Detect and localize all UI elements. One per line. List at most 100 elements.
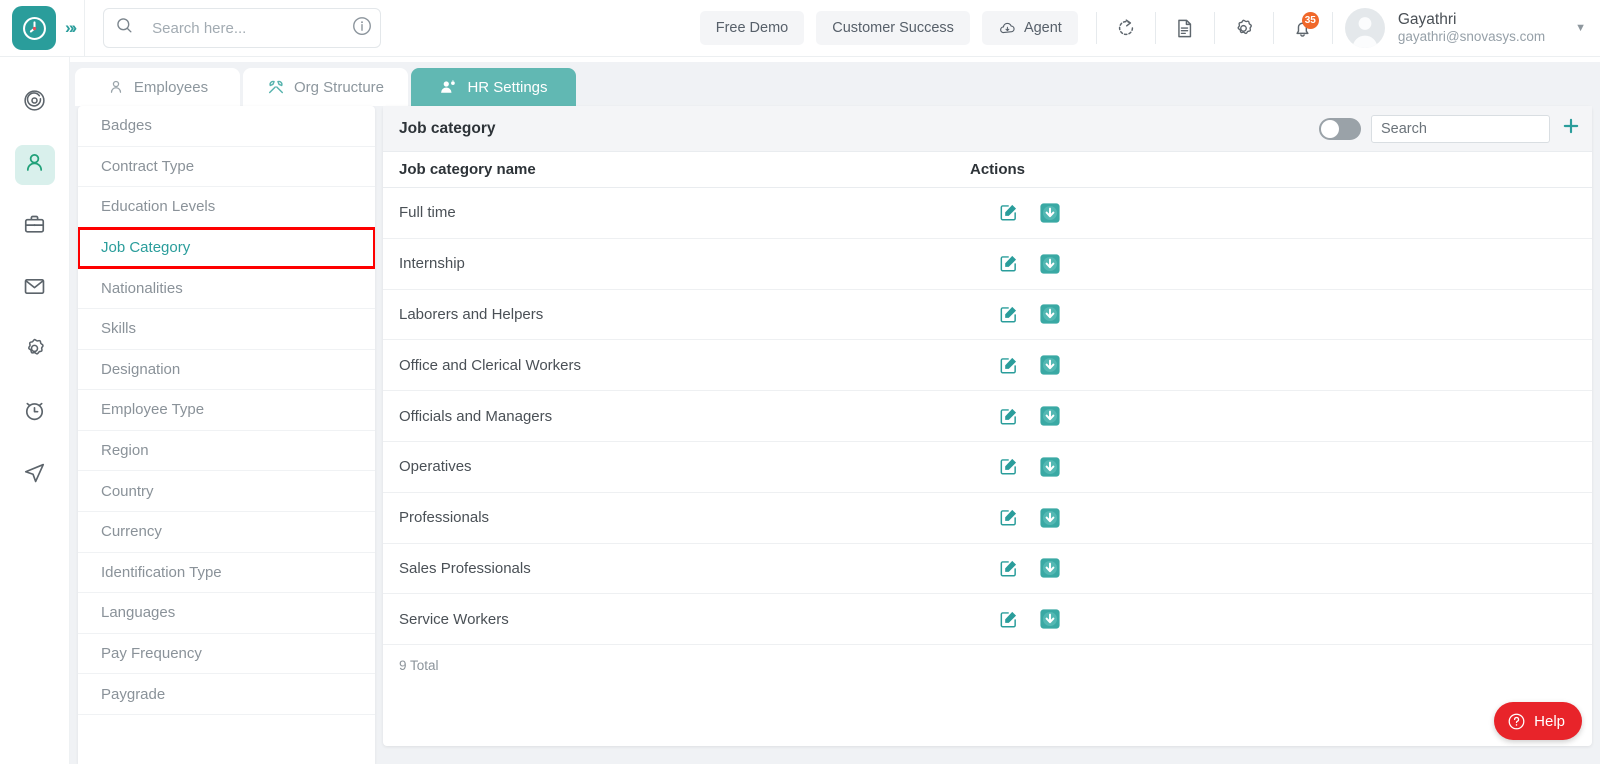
settings-list-item[interactable]: Currency — [78, 512, 375, 553]
edit-pencil-icon[interactable] — [991, 355, 1025, 376]
gear-icon[interactable] — [1221, 5, 1267, 51]
settings-list-item[interactable]: Paygrade — [78, 674, 375, 715]
table-row[interactable]: Office and Clerical Workers — [383, 340, 1592, 392]
header-separator-3 — [1213, 12, 1215, 44]
global-search[interactable] — [103, 8, 382, 48]
download-box-icon[interactable] — [1033, 302, 1067, 326]
add-job-category-button[interactable] — [1550, 106, 1592, 152]
tab-org-structure[interactable]: Org Structure — [243, 68, 408, 106]
user-menu[interactable]: Gayathri gayathri@snovasys.com — [1344, 8, 1546, 48]
settings-list-item[interactable]: Pay Frequency — [78, 634, 375, 675]
edit-pencil-icon[interactable] — [991, 304, 1025, 325]
help-button[interactable]: Help — [1494, 702, 1582, 740]
page-body: Badges Contract Type Education Levels Job C… — [70, 106, 1600, 764]
download-box-icon[interactable] — [1033, 252, 1067, 276]
search-icon — [115, 16, 134, 40]
tab-hr-settings[interactable]: HR Settings — [411, 68, 576, 106]
settings-list-item[interactable]: Identification Type — [78, 553, 375, 594]
panel-search-input[interactable] — [1372, 115, 1549, 142]
edit-pencil-icon[interactable] — [991, 456, 1025, 477]
agent-button[interactable]: Agent — [981, 11, 1078, 45]
table-row[interactable]: Service Workers — [383, 594, 1592, 646]
table-row[interactable]: Full time — [383, 188, 1592, 239]
job-category-name: Sales Professionals — [399, 559, 531, 577]
total-count: 9 Total — [399, 658, 439, 674]
bell-icon[interactable]: 35 — [1280, 5, 1326, 51]
settings-list-item[interactable]: Nationalities — [78, 268, 375, 309]
settings-list-item[interactable]: Region — [78, 431, 375, 472]
expand-sidebar-icon[interactable]: »› — [65, 18, 77, 38]
refresh-icon[interactable] — [1103, 5, 1149, 51]
table-row[interactable]: Internship — [383, 239, 1592, 290]
mail-icon — [22, 274, 47, 304]
row-actions — [991, 201, 1067, 225]
settings-list-item[interactable]: Badges — [78, 106, 375, 147]
row-actions — [991, 404, 1067, 428]
row-actions — [991, 353, 1067, 377]
edit-pencil-icon[interactable] — [991, 202, 1025, 223]
download-box-icon[interactable] — [1033, 506, 1067, 530]
people-gear-icon — [439, 78, 458, 97]
row-actions — [991, 302, 1067, 326]
edit-pencil-icon[interactable] — [991, 406, 1025, 427]
cloud-download-icon — [998, 19, 1017, 38]
row-actions — [991, 607, 1067, 631]
free-demo-button[interactable]: Free Demo — [699, 11, 805, 45]
edit-pencil-icon[interactable] — [991, 253, 1025, 274]
sidebar-item-send[interactable] — [15, 455, 55, 495]
job-category-name: Full time — [399, 204, 456, 222]
download-box-icon[interactable] — [1033, 607, 1067, 631]
table-row[interactable]: Operatives — [383, 442, 1592, 493]
settings-list-item[interactable]: Languages — [78, 593, 375, 634]
top-header: »› Free Demo Customer Success — [0, 0, 1600, 57]
settings-list-item-label: Job Category — [101, 239, 191, 257]
plus-icon — [1561, 116, 1581, 141]
edit-pencil-icon[interactable] — [991, 558, 1025, 579]
download-box-icon[interactable] — [1033, 201, 1067, 225]
edit-pencil-icon[interactable] — [991, 507, 1025, 528]
settings-list-item[interactable]: Skills — [78, 309, 375, 350]
table-row[interactable]: Officials and Managers — [383, 391, 1592, 442]
sidebar-item-dashboard[interactable] — [15, 83, 55, 123]
settings-list-item[interactable]: Employee Type — [78, 390, 375, 431]
edit-pencil-icon[interactable] — [991, 609, 1025, 630]
user-email: gayathri@snovasys.com — [1397, 29, 1546, 45]
job-category-name: Operatives — [399, 458, 472, 476]
sidebar-item-briefcase[interactable] — [15, 207, 55, 247]
download-box-icon[interactable] — [1033, 455, 1067, 479]
settings-list-item[interactable]: Education Levels — [78, 187, 375, 228]
show-inactive-toggle[interactable] — [1319, 117, 1361, 140]
sidebar-item-settings[interactable] — [15, 331, 55, 371]
settings-list-item[interactable]: Country — [78, 471, 375, 512]
table-row[interactable]: Laborers and Helpers — [383, 290, 1592, 341]
download-box-icon[interactable] — [1033, 404, 1067, 428]
sidebar-item-people[interactable] — [14, 145, 55, 185]
header-divider-left — [84, 0, 86, 57]
panel-search[interactable] — [1371, 114, 1550, 143]
download-box-icon[interactable] — [1033, 353, 1067, 377]
settings-list-item-label: Region — [101, 442, 149, 460]
info-icon[interactable] — [351, 15, 373, 42]
download-box-icon[interactable] — [1033, 556, 1067, 580]
help-label: Help — [1534, 712, 1565, 730]
settings-list-item[interactable]: Contract Type — [78, 147, 375, 188]
customer-success-button[interactable]: Customer Success — [816, 11, 970, 45]
column-header-actions: Actions — [970, 161, 1026, 178]
search-input[interactable] — [152, 19, 352, 37]
settings-list-item-label: Paygrade — [101, 685, 166, 703]
sidebar-item-timer[interactable] — [15, 393, 55, 433]
question-circle-icon — [1507, 712, 1526, 731]
table-row[interactable]: Professionals — [383, 493, 1592, 544]
sidebar-item-mail[interactable] — [15, 269, 55, 309]
tab-employees[interactable]: Employees — [75, 68, 240, 106]
job-category-name: Officials and Managers — [399, 407, 553, 425]
clock-logo-icon[interactable] — [12, 6, 56, 50]
table-row[interactable]: Sales Professionals — [383, 544, 1592, 595]
settings-list-item[interactable]: Designation — [78, 350, 375, 391]
document-icon[interactable] — [1162, 5, 1208, 51]
chevron-down-icon[interactable]: ▼ — [1575, 22, 1586, 34]
job-category-name: Office and Clerical Workers — [399, 356, 582, 374]
settings-list-item[interactable]: Job Category — [78, 226, 375, 270]
row-actions — [991, 252, 1067, 276]
avatar-icon — [1344, 8, 1385, 48]
